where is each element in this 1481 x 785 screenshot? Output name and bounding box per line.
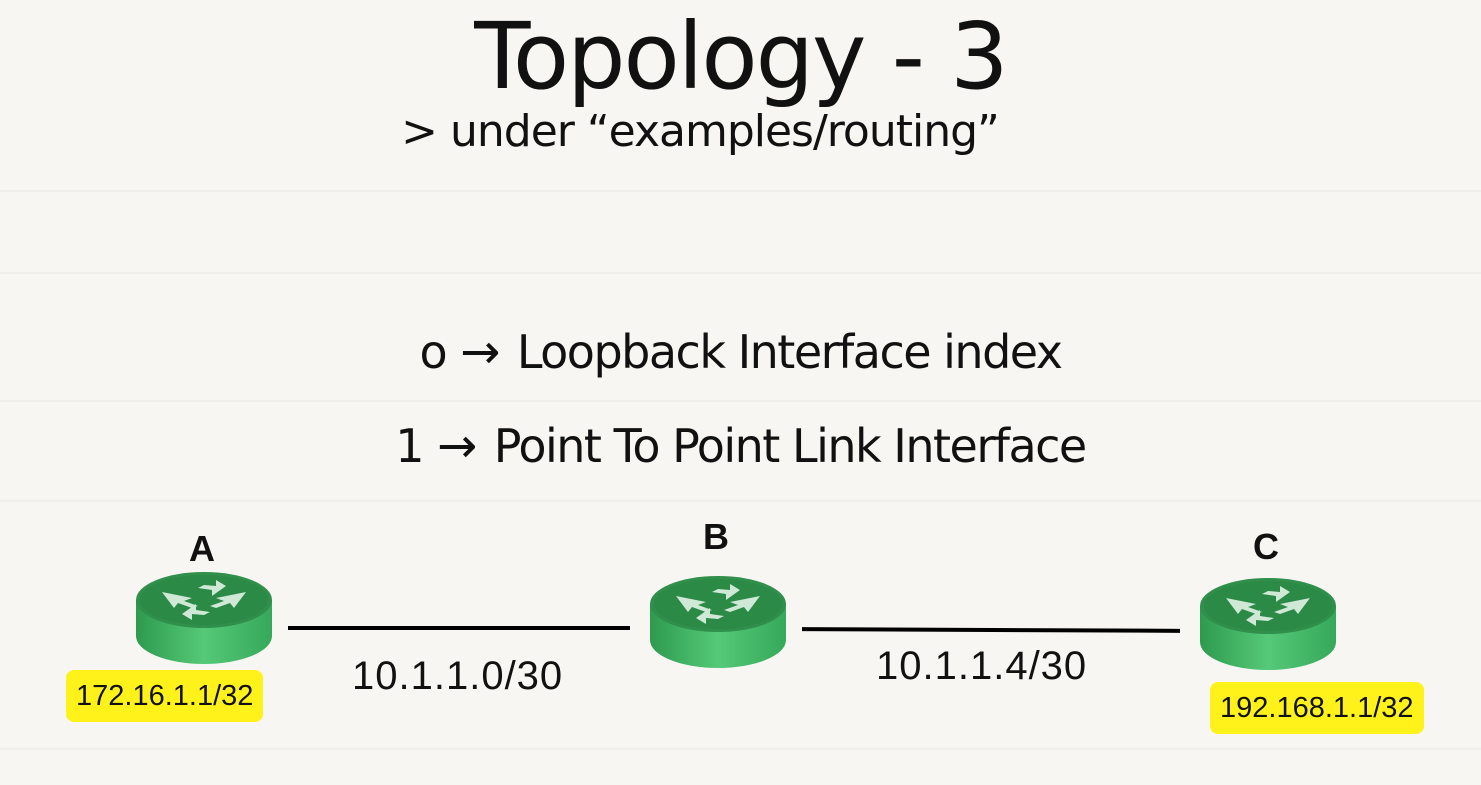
legend-key: 1 xyxy=(395,419,424,473)
legend-row-loopback: o → Loopback Interface index xyxy=(0,322,1481,382)
link-a-b xyxy=(288,626,630,630)
link-b-c xyxy=(801,627,1181,633)
rule-line xyxy=(0,400,1481,402)
address-badge-a: 172.16.1.1/32 xyxy=(66,670,264,722)
node-label-a: A xyxy=(189,528,215,569)
node-label-b: B xyxy=(703,516,729,557)
rule-line xyxy=(0,748,1481,750)
page-title: Topology - 3 xyxy=(474,3,1008,110)
node-label-c: C xyxy=(1253,526,1279,567)
right-arrow-icon: → xyxy=(437,418,477,474)
rule-line xyxy=(0,190,1481,192)
legend-row-p2p: 1 → Point To Point Link Interface xyxy=(0,416,1481,476)
rule-line xyxy=(0,272,1481,274)
subnet-label-a-b: 10.1.1.0/30 xyxy=(352,654,564,698)
page-subtitle: > under “examples/routing” xyxy=(401,106,1000,157)
legend-text: Point To Point Link Interface xyxy=(493,419,1088,473)
legend-text: Loopback Interface index xyxy=(516,325,1063,379)
legend-key: o xyxy=(419,325,447,379)
right-arrow-icon: → xyxy=(460,324,500,380)
router-icon xyxy=(136,572,272,664)
address-badge-c: 192.168.1.1/32 xyxy=(1210,682,1424,734)
subnet-label-b-c: 10.1.1.4/30 xyxy=(876,644,1088,688)
router-icon xyxy=(1200,578,1336,670)
rule-line xyxy=(0,500,1481,502)
router-icon xyxy=(650,576,786,668)
